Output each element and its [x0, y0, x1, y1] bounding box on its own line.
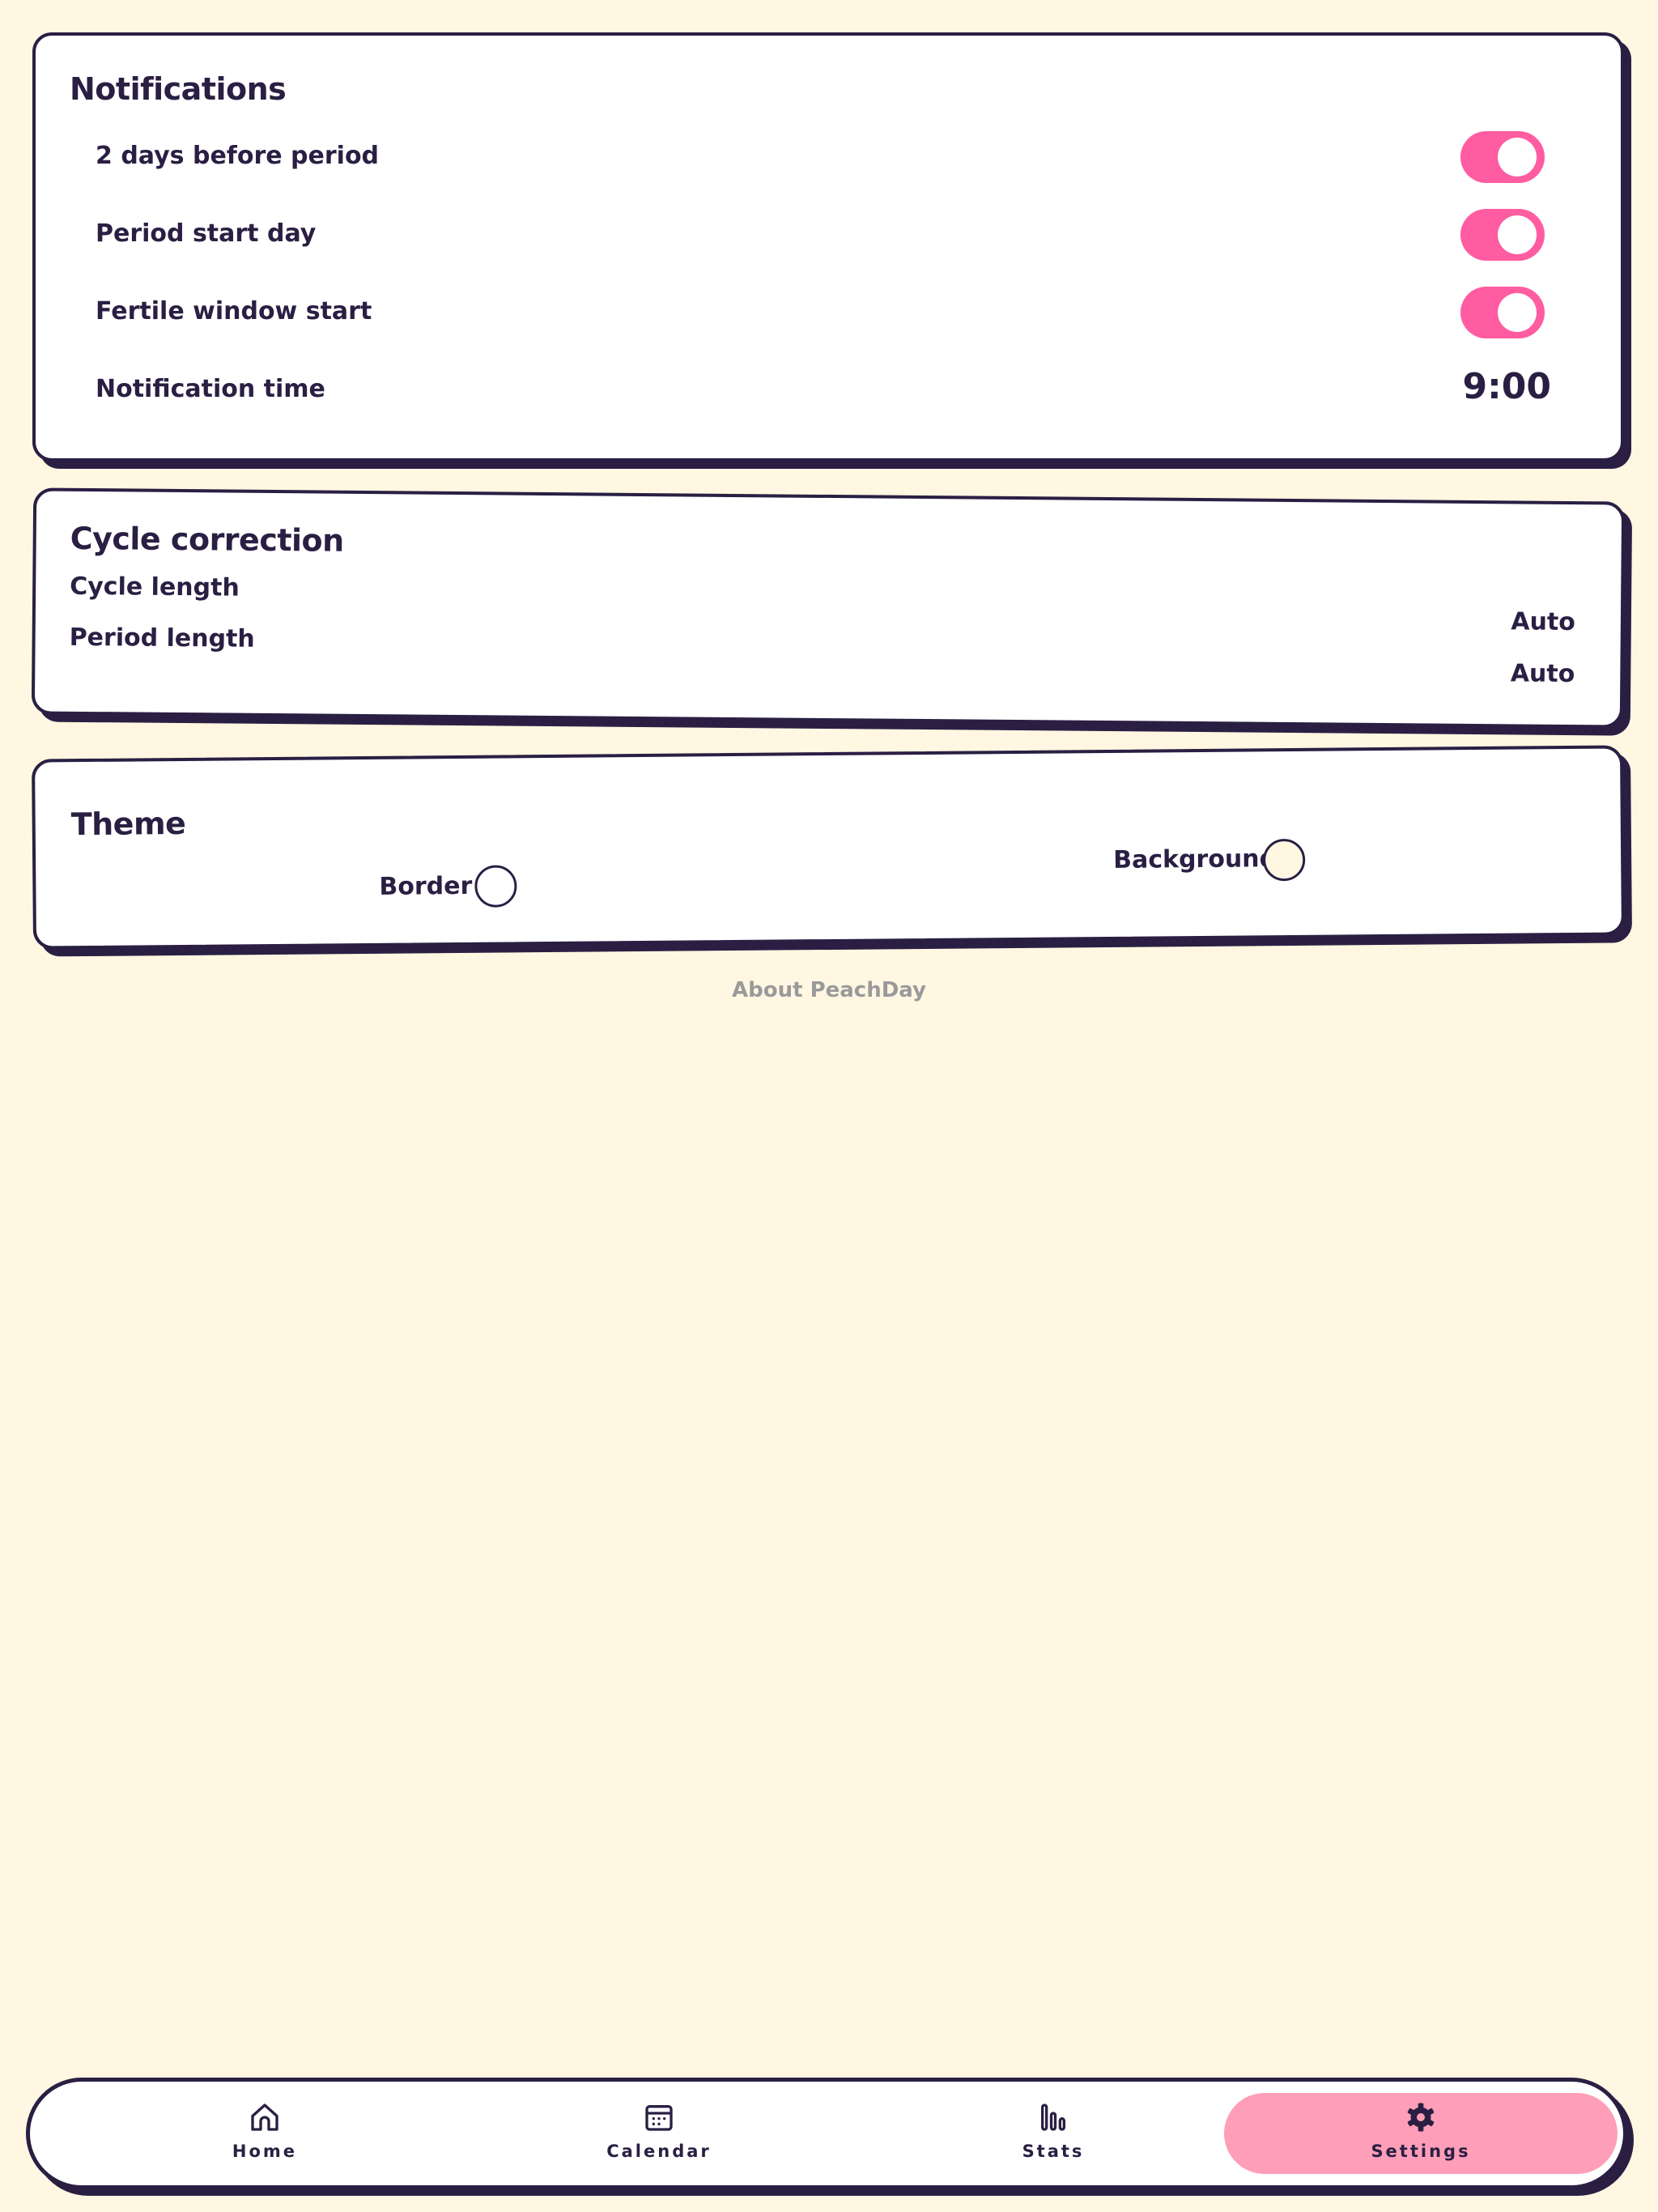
- border-color-label: Border: [379, 871, 473, 901]
- about-link[interactable]: About PeachDay: [0, 978, 1658, 1002]
- tab-calendar-label: Calendar: [606, 2142, 712, 2161]
- toggle-knob: [1498, 138, 1537, 177]
- tab-calendar[interactable]: Calendar: [462, 2093, 856, 2174]
- cycle-correction-card: Cycle correction Cycle length Auto Perio…: [31, 487, 1626, 729]
- notifications-title: Notifications: [70, 71, 287, 107]
- period-length-value[interactable]: Auto: [1511, 659, 1575, 688]
- notification-row-label: 2 days before period: [96, 142, 380, 170]
- home-icon: [251, 2104, 278, 2131]
- background-color-label: Background: [1112, 844, 1278, 874]
- border-color-swatch[interactable]: [474, 865, 517, 908]
- tab-home[interactable]: Home: [68, 2093, 461, 2174]
- notification-time-value[interactable]: 9:00: [1463, 366, 1551, 407]
- calendar-icon: [645, 2105, 673, 2131]
- stats-icon: [1041, 2104, 1065, 2131]
- notification-row-label: Fertile window start: [96, 297, 372, 325]
- background-color-swatch[interactable]: [1262, 838, 1306, 882]
- toggle-knob: [1498, 293, 1537, 332]
- cycle-correction-title: Cycle correction: [70, 520, 344, 559]
- tab-stats-label: Stats: [1022, 2142, 1085, 2161]
- tab-home-label: Home: [232, 2142, 298, 2161]
- two-days-before-toggle[interactable]: [1460, 131, 1545, 183]
- cycle-length-label: Cycle length: [70, 572, 240, 602]
- period-length-label: Period length: [69, 623, 255, 653]
- tab-settings-label: Settings: [1371, 2142, 1471, 2161]
- period-start-toggle[interactable]: [1460, 209, 1545, 261]
- bottom-tab-bar: Home Calendar Stats Settings: [26, 2078, 1627, 2189]
- gear-icon: [1407, 2103, 1435, 2132]
- theme-title: Theme: [70, 805, 186, 843]
- notifications-card: Notifications 2 days before period Perio…: [32, 32, 1624, 462]
- theme-card: Theme Border Background: [32, 745, 1625, 950]
- tab-settings[interactable]: Settings: [1224, 2093, 1618, 2174]
- notification-row-label: Period start day: [96, 219, 317, 248]
- toggle-knob: [1498, 215, 1537, 254]
- tab-stats[interactable]: Stats: [857, 2093, 1250, 2174]
- notification-time-label: Notification time: [96, 375, 325, 403]
- cycle-length-value[interactable]: Auto: [1511, 607, 1575, 636]
- fertile-window-toggle[interactable]: [1460, 287, 1545, 338]
